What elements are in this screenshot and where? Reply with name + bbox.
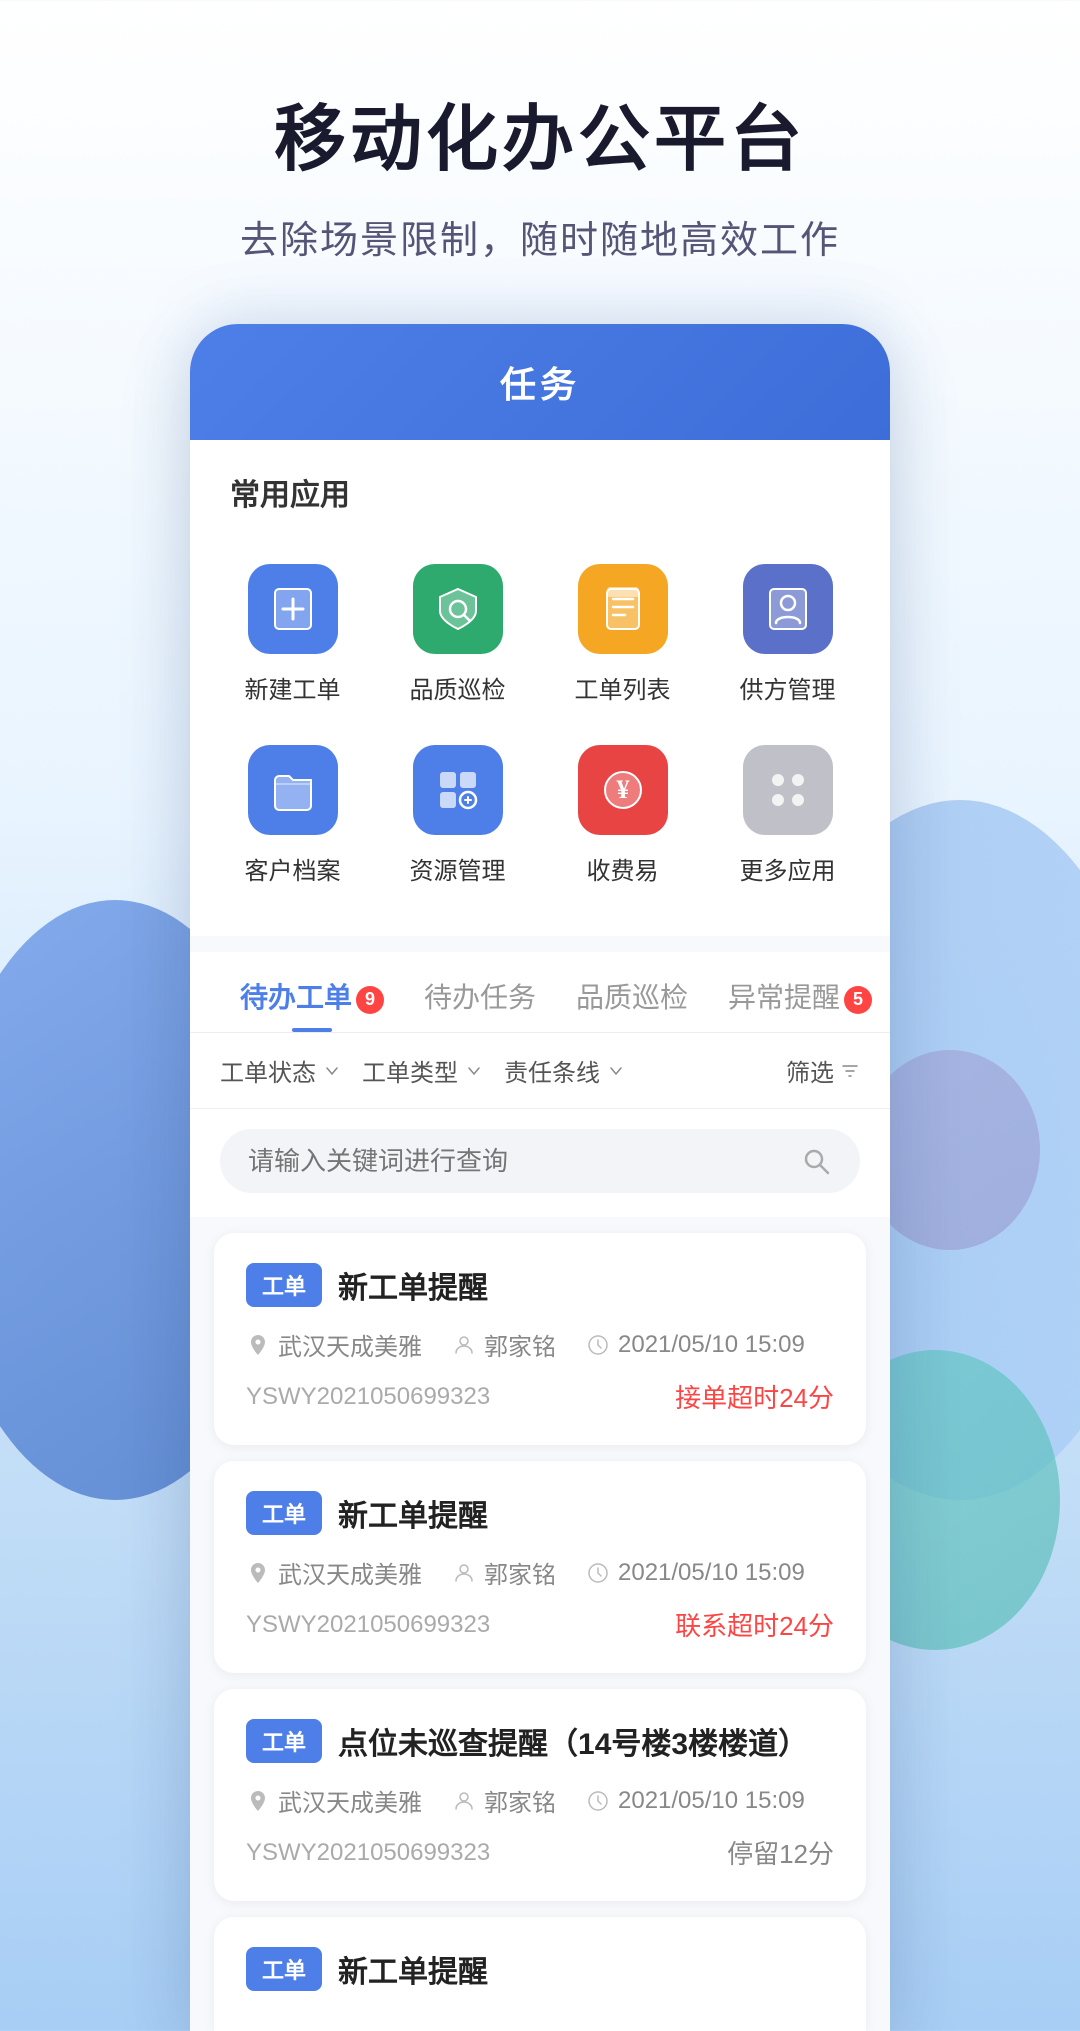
app-customer-files-label: 客户档案 xyxy=(245,851,341,886)
app-order-list[interactable]: 工单列表 xyxy=(540,544,705,725)
order-1-header: 工单 新工单提醒 xyxy=(246,1263,834,1307)
order-3-datetime: 2021/05/10 15:09 xyxy=(586,1787,805,1815)
order-3-header: 工单 点位未巡查提醒（14号楼3楼楼道） xyxy=(246,1719,834,1763)
search-icon xyxy=(800,1145,832,1177)
order-card-2[interactable]: 工单 新工单提醒 武汉天成美雅 郭家铭 xyxy=(214,1461,866,1673)
section-title: 常用应用 xyxy=(190,440,890,534)
common-apps-section: 常用应用 新建工单 xyxy=(190,440,890,936)
filter-order-type[interactable]: 工单类型 xyxy=(362,1053,484,1088)
order-3-tag: 工单 xyxy=(246,1719,322,1763)
search-input[interactable] xyxy=(248,1146,786,1177)
sub-title: 去除场景限制，随时随地高效工作 xyxy=(60,209,1020,264)
order-1-datetime: 2021/05/10 15:09 xyxy=(586,1331,805,1359)
tab-pending-tasks[interactable]: 待办任务 xyxy=(404,952,556,1032)
order-3-location: 武汉天成美雅 xyxy=(246,1783,422,1818)
payment-icon: ¥ xyxy=(578,745,668,835)
svg-text:¥: ¥ xyxy=(616,775,629,804)
order-3-id: YSWY2021050699323 xyxy=(246,1839,490,1867)
resource-mgmt-icon xyxy=(413,745,503,835)
app-payment-label: 收费易 xyxy=(587,851,659,886)
header-section: 移动化办公平台 去除场景限制，随时随地高效工作 xyxy=(0,80,1080,324)
order-3-person: 郭家铭 xyxy=(452,1783,556,1818)
search-input-wrap[interactable] xyxy=(220,1129,860,1193)
order-list-icon xyxy=(578,564,668,654)
supplier-mgmt-icon xyxy=(743,564,833,654)
order-1-tag: 工单 xyxy=(246,1263,322,1307)
app-content: 常用应用 新建工单 xyxy=(190,440,890,2031)
order-2-header: 工单 新工单提醒 xyxy=(246,1491,834,1535)
search-bar xyxy=(190,1109,890,1217)
app-resource-mgmt-label: 资源管理 xyxy=(410,851,506,886)
order-card-1[interactable]: 工单 新工单提醒 武汉天成美雅 郭家铭 xyxy=(214,1233,866,1445)
order-1-meta: 武汉天成美雅 郭家铭 2021/05/10 15:09 xyxy=(246,1327,834,1362)
order-1-title: 新工单提醒 xyxy=(338,1263,488,1307)
order-2-footer: YSWY2021050699323 联系超时24分 xyxy=(246,1606,834,1643)
tab-pending-orders[interactable]: 待办工单9 xyxy=(220,952,404,1032)
order-2-status: 联系超时24分 xyxy=(675,1606,834,1643)
filter-button[interactable]: 筛选 xyxy=(786,1053,860,1088)
order-4-header: 工单 新工单提醒 xyxy=(246,1947,834,1991)
order-1-footer: YSWY2021050699323 接单超时24分 xyxy=(246,1378,834,1415)
order-1-status: 接单超时24分 xyxy=(675,1378,834,1415)
apps-grid: 新建工单 品质巡检 xyxy=(190,534,890,936)
filter-responsibility[interactable]: 责任条线 xyxy=(504,1053,626,1088)
tab-bar[interactable]: 任务 xyxy=(190,324,890,440)
order-2-meta: 武汉天成美雅 郭家铭 2021/05/10 15:09 xyxy=(246,1555,834,1590)
order-2-location: 武汉天成美雅 xyxy=(246,1555,422,1590)
tab-anomaly-reminder[interactable]: 异常提醒5 xyxy=(708,952,890,1032)
pending-orders-badge: 9 xyxy=(356,986,384,1014)
order-3-title: 点位未巡查提醒（14号楼3楼楼道） xyxy=(338,1719,808,1763)
app-new-order-label: 新建工单 xyxy=(245,670,341,705)
order-card-4[interactable]: 工单 新工单提醒 xyxy=(214,1917,866,2031)
filter-order-status[interactable]: 工单状态 xyxy=(220,1053,342,1088)
app-more-label: 更多应用 xyxy=(740,851,836,886)
filter-row: 工单状态 工单类型 责任条线 筛选 xyxy=(190,1033,890,1109)
order-3-status: 停留12分 xyxy=(727,1834,834,1871)
anomaly-badge: 5 xyxy=(844,986,872,1014)
app-customer-files[interactable]: 客户档案 xyxy=(210,725,375,906)
app-supplier-mgmt-label: 供方管理 xyxy=(740,670,836,705)
order-2-person: 郭家铭 xyxy=(452,1555,556,1590)
orders-list: 工单 新工单提醒 武汉天成美雅 郭家铭 xyxy=(190,1233,890,2031)
app-quality-patrol[interactable]: 品质巡检 xyxy=(375,544,540,725)
order-3-meta: 武汉天成美雅 郭家铭 2021/05/10 15:09 xyxy=(246,1783,834,1818)
order-card-3[interactable]: 工单 点位未巡查提醒（14号楼3楼楼道） 武汉天成美雅 郭家铭 xyxy=(214,1689,866,1901)
order-2-tag: 工单 xyxy=(246,1491,322,1535)
app-quality-patrol-label: 品质巡检 xyxy=(410,670,506,705)
order-3-footer: YSWY2021050699323 停留12分 xyxy=(246,1834,834,1871)
order-2-datetime: 2021/05/10 15:09 xyxy=(586,1559,805,1587)
more-apps-icon xyxy=(743,745,833,835)
tab-quality-patrol[interactable]: 品质巡检 xyxy=(556,952,708,1032)
app-more[interactable]: 更多应用 xyxy=(705,725,870,906)
order-4-title: 新工单提醒 xyxy=(338,1947,488,1991)
order-4-tag: 工单 xyxy=(246,1947,322,1991)
quality-patrol-icon xyxy=(413,564,503,654)
new-order-icon xyxy=(248,564,338,654)
order-1-id: YSWY2021050699323 xyxy=(246,1383,490,1411)
app-new-order[interactable]: 新建工单 xyxy=(210,544,375,725)
tab-bar-label: 任务 xyxy=(500,364,580,405)
tab-navigation: 待办工单9 待办任务 品质巡检 异常提醒5 xyxy=(190,952,890,1033)
customer-files-icon xyxy=(248,745,338,835)
order-1-location: 武汉天成美雅 xyxy=(246,1327,422,1362)
app-resource-mgmt[interactable]: 资源管理 xyxy=(375,725,540,906)
order-2-id: YSWY2021050699323 xyxy=(246,1611,490,1639)
main-title: 移动化办公平台 xyxy=(60,80,1020,185)
app-payment[interactable]: ¥ 收费易 xyxy=(540,725,705,906)
phone-card: 任务 常用应用 xyxy=(190,324,890,2031)
order-2-title: 新工单提醒 xyxy=(338,1491,488,1535)
app-supplier-mgmt[interactable]: 供方管理 xyxy=(705,544,870,725)
order-1-person: 郭家铭 xyxy=(452,1327,556,1362)
app-order-list-label: 工单列表 xyxy=(575,670,671,705)
